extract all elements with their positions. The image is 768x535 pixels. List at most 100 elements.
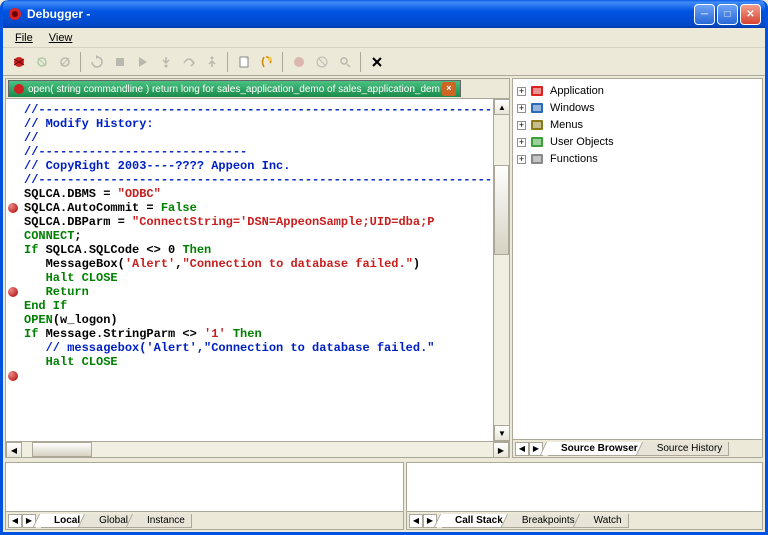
tab-source-browser[interactable]: Source Browser [548, 442, 645, 456]
vertical-scrollbar[interactable]: ▲ ▼ [493, 99, 509, 441]
clear-breakpoints-button[interactable] [310, 51, 333, 73]
close-button[interactable]: ✕ [740, 4, 761, 25]
tree-item-app[interactable]: + Application [517, 83, 758, 99]
tab-nav-left[interactable]: ◀ [409, 514, 423, 528]
right-panel-tabs: ◀ ▶ Source Browser Source History [513, 439, 762, 457]
gutter[interactable] [6, 99, 22, 425]
code-line[interactable]: If Message.StringParm <> '1' Then [24, 327, 491, 341]
toolbar [3, 48, 765, 76]
code-line[interactable]: MessageBox('Alert',"Connection to databa… [24, 257, 491, 271]
code-line[interactable]: // messagebox('Alert',"Connection to dat… [24, 341, 491, 355]
code-line[interactable]: // [24, 131, 491, 145]
tab-watch[interactable]: Watch [581, 514, 629, 528]
tab-instance[interactable]: Instance [134, 514, 192, 528]
tab-nav-left[interactable]: ◀ [8, 514, 22, 528]
code-line[interactable]: SQLCA.AutoCommit = False [24, 201, 491, 215]
scroll-right-button[interactable]: ▶ [493, 442, 509, 458]
code-panel: open( string commandline ) return long f… [5, 78, 510, 458]
code-line[interactable]: //--------------------------------------… [24, 173, 491, 187]
toolbar-separator [227, 52, 228, 72]
breakpoint-marker[interactable] [8, 371, 18, 381]
breakpoint-marker[interactable] [8, 287, 18, 297]
tree-item-win[interactable]: + Windows [517, 100, 758, 116]
close-tool-button[interactable] [365, 51, 388, 73]
app-icon [530, 84, 546, 98]
horizontal-scrollbar[interactable]: ◀ ▶ [6, 441, 509, 457]
detach-button[interactable] [53, 51, 76, 73]
tree-label: Application [550, 85, 604, 97]
main-area: open( string commandline ) return long f… [3, 76, 765, 532]
menubar: File View [3, 28, 765, 48]
code-line[interactable]: Return [24, 285, 491, 299]
maximize-button[interactable]: □ [717, 4, 738, 25]
tab-call-stack[interactable]: Call Stack [442, 514, 510, 528]
source-browser-panel: +Application+Windows+Menus+User Objects+… [512, 78, 763, 458]
code-line[interactable]: CONNECT; [24, 229, 491, 243]
set-next-button[interactable] [255, 51, 278, 73]
breakpoint-marker[interactable] [8, 203, 18, 213]
tree-expand-icon[interactable]: + [517, 121, 526, 130]
titlebar[interactable]: Debugger - ─ □ ✕ [3, 0, 765, 28]
code-line[interactable]: //----------------------------- [24, 145, 491, 159]
code-line[interactable]: Halt CLOSE [24, 271, 491, 285]
scroll-down-button[interactable]: ▼ [494, 425, 509, 441]
start-debug-button[interactable] [7, 51, 30, 73]
tree-label: Functions [550, 153, 598, 165]
minimize-button[interactable]: ─ [694, 4, 715, 25]
continue-button[interactable] [131, 51, 154, 73]
menu-view[interactable]: View [41, 30, 81, 46]
tree-body[interactable]: +Application+Windows+Menus+User Objects+… [513, 79, 762, 439]
step-over-button[interactable] [177, 51, 200, 73]
uobj-icon [530, 135, 546, 149]
code-line[interactable]: End If [24, 299, 491, 313]
code-line[interactable]: Halt CLOSE [24, 355, 491, 369]
tree-item-menu[interactable]: + Menus [517, 117, 758, 133]
func-icon [530, 152, 546, 166]
tree-expand-icon[interactable]: + [517, 155, 526, 164]
toolbar-separator [360, 52, 361, 72]
tree-label: Windows [550, 102, 595, 114]
tree-expand-icon[interactable]: + [517, 87, 526, 96]
new-button[interactable] [232, 51, 255, 73]
callstack-panel: ◀ ▶ Call Stack Breakpoints Watch [406, 462, 763, 530]
attach-button[interactable] [30, 51, 53, 73]
code-line[interactable]: If SQLCA.SQLCode <> 0 Then [24, 243, 491, 257]
find-button[interactable] [333, 51, 356, 73]
tab-breakpoints[interactable]: Breakpoints [509, 514, 582, 528]
code-editor[interactable]: //--------------------------------------… [6, 99, 493, 441]
menu-file[interactable]: File [7, 30, 41, 46]
code-tab[interactable]: open( string commandline ) return long f… [8, 80, 461, 97]
script-icon [13, 83, 25, 95]
scroll-up-button[interactable]: ▲ [494, 99, 509, 115]
step-out-button[interactable] [200, 51, 223, 73]
tab-close-icon[interactable]: × [442, 82, 456, 96]
scroll-thumb[interactable] [32, 442, 92, 457]
tab-source-history[interactable]: Source History [644, 442, 730, 456]
tree-label: Menus [550, 119, 583, 131]
scroll-thumb[interactable] [494, 165, 509, 255]
code-line[interactable]: SQLCA.DBMS = "ODBC" [24, 187, 491, 201]
scroll-left-button[interactable]: ◀ [6, 442, 22, 458]
code-line[interactable]: OPEN(w_logon) [24, 313, 491, 327]
tree-label: User Objects [550, 136, 614, 148]
code-tabbar: open( string commandline ) return long f… [6, 79, 509, 99]
code-line[interactable]: SQLCA.DBParm = "ConnectString='DSN=Appeo… [24, 215, 491, 229]
tree-expand-icon[interactable]: + [517, 104, 526, 113]
step-into-button[interactable] [154, 51, 177, 73]
tree-item-func[interactable]: + Functions [517, 151, 758, 167]
tree-expand-icon[interactable]: + [517, 138, 526, 147]
stop-button[interactable] [108, 51, 131, 73]
tab-nav-left[interactable]: ◀ [515, 442, 529, 456]
restart-button[interactable] [85, 51, 108, 73]
win-icon [530, 101, 546, 115]
code-line[interactable]: // CopyRight 2003----???? Appeon Inc. [24, 159, 491, 173]
tree-item-uobj[interactable]: + User Objects [517, 134, 758, 150]
code-line[interactable]: //--------------------------------------… [24, 103, 491, 117]
variables-panel: ◀ ▶ Local Global Instance [5, 462, 404, 530]
toolbar-separator [282, 52, 283, 72]
window-buttons: ─ □ ✕ [694, 4, 761, 25]
code-tab-label: open( string commandline ) return long f… [28, 84, 440, 95]
app-icon [7, 6, 23, 22]
toggle-breakpoint-button[interactable] [287, 51, 310, 73]
code-line[interactable]: // Modify History: [24, 117, 491, 131]
